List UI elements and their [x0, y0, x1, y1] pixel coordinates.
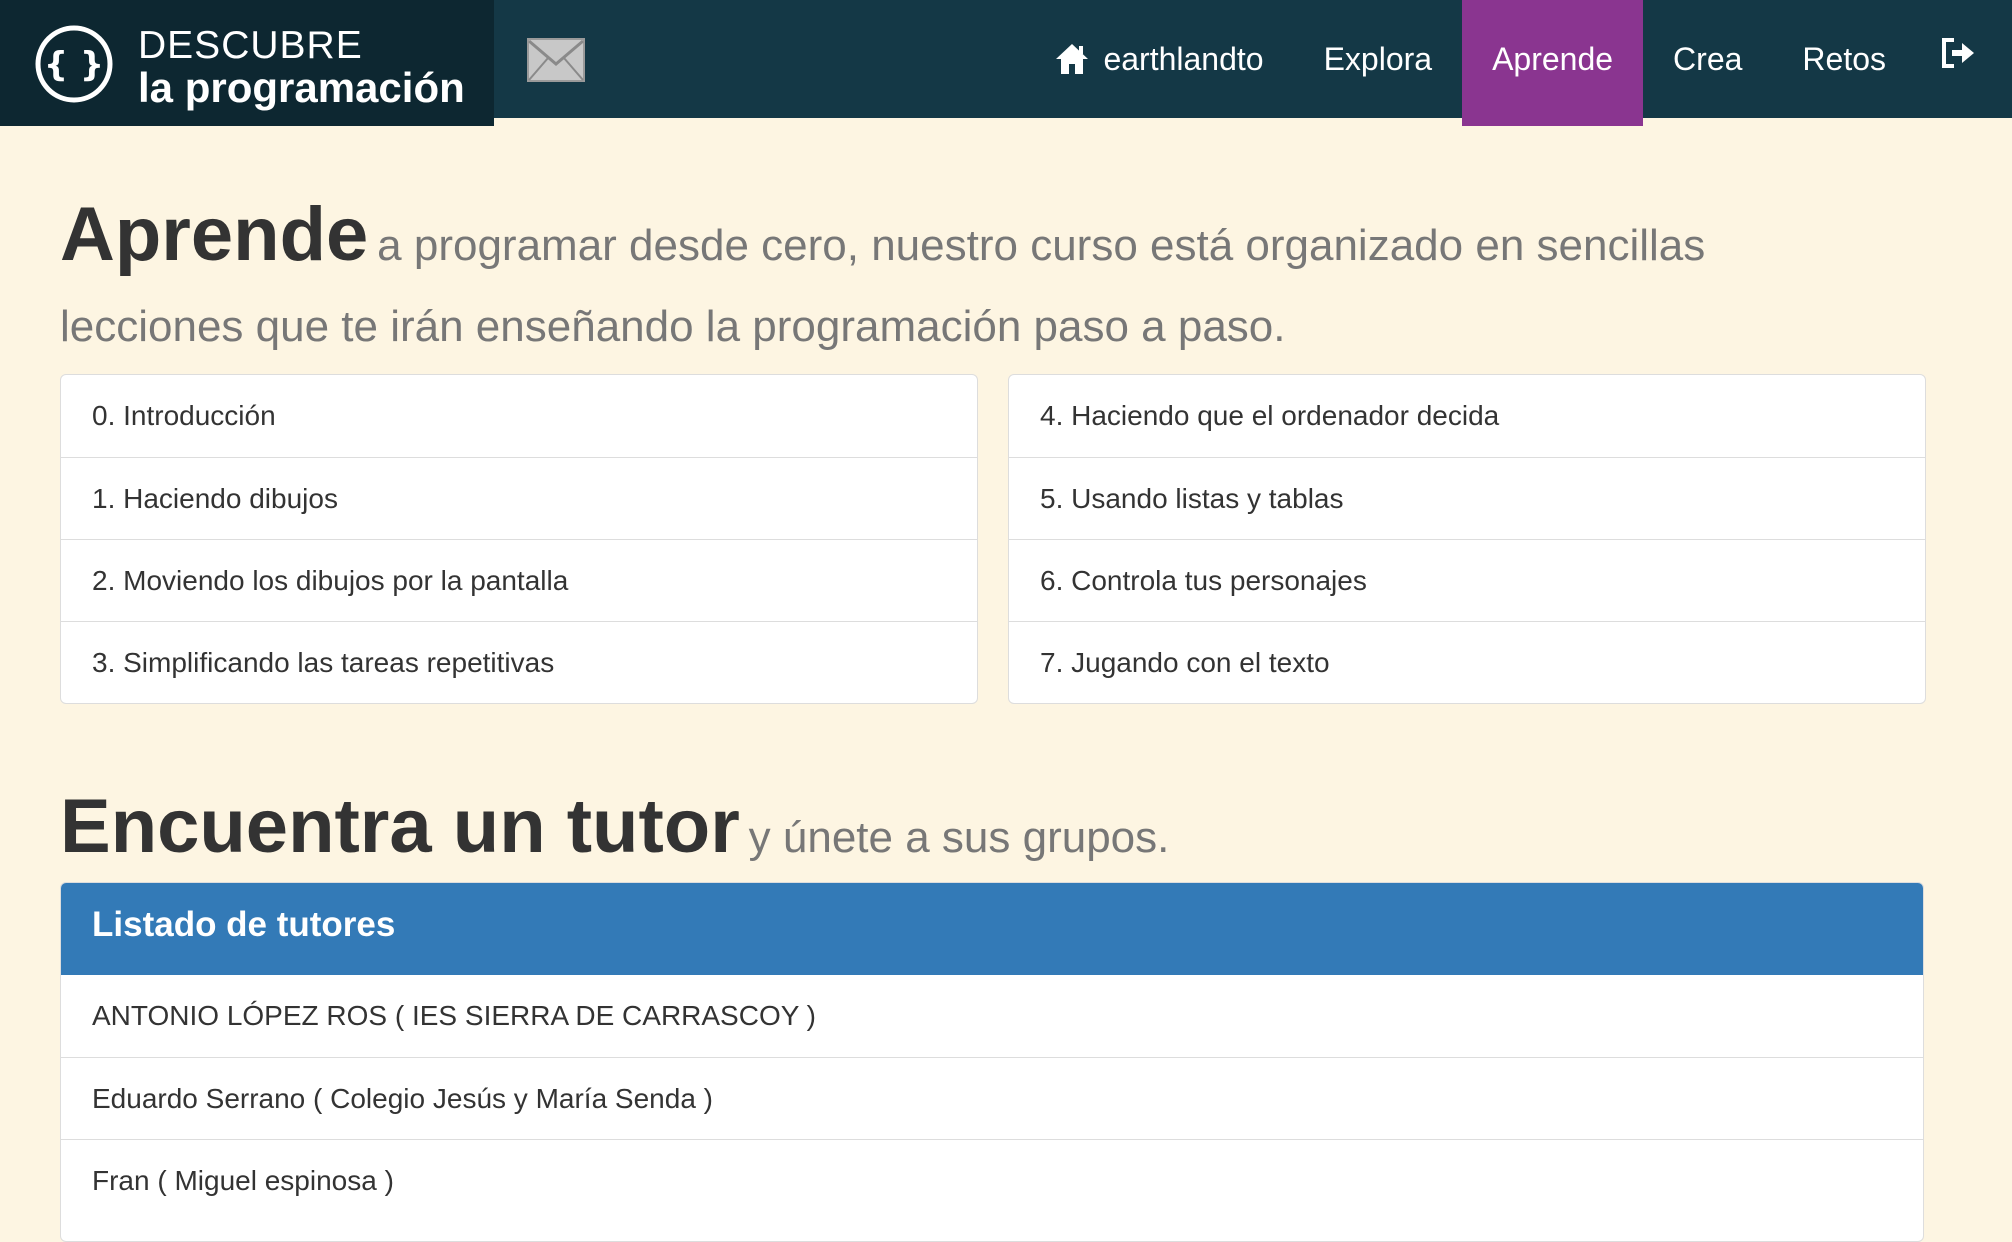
nav-item-crea[interactable]: Crea [1643, 0, 1772, 118]
lesson-list-right: 4. Haciendo que el ordenador decida 5. U… [1008, 374, 1926, 704]
lesson-link[interactable]: 1. Haciendo dibujos [61, 457, 977, 539]
lesson-link[interactable]: 2. Moviendo los dibujos por la pantalla [61, 539, 977, 621]
curly-braces-logo-icon: { } [35, 25, 113, 103]
tutor-panel: Listado de tutores ANTONIO LÓPEZ ROS ( I… [60, 882, 1924, 1242]
top-navbar: { } DESCUBRE la programación earthlandto… [0, 0, 2012, 126]
svg-text:{ }: { } [44, 45, 104, 85]
home-icon [1056, 44, 1089, 74]
learn-heading: Aprende a programar desde cero, nuestro … [60, 196, 1880, 369]
envelope-icon[interactable] [527, 38, 585, 82]
tutor-heading: Encuentra un tutor y únete a sus grupos. [60, 782, 1169, 886]
nav-item-retos[interactable]: Retos [1772, 0, 1916, 118]
lesson-link[interactable]: 5. Usando listas y tablas [1009, 457, 1925, 539]
nav-item-explora[interactable]: Explora [1294, 0, 1463, 118]
tutor-list-item[interactable]: ANTONIO LÓPEZ ROS ( IES SIERRA DE CARRAS… [61, 975, 1923, 1057]
sign-out-icon [1942, 38, 1974, 68]
brand-title-line2: la programación [138, 64, 465, 111]
tutor-list-item[interactable]: Fran ( Miguel espinosa ) [61, 1139, 1923, 1221]
lesson-link[interactable]: 6. Controla tus personajes [1009, 539, 1925, 621]
lesson-link[interactable]: 0. Introducción [61, 375, 977, 457]
tutor-panel-title: Listado de tutores [61, 883, 1923, 975]
tutor-subtitle: y únete a sus grupos. [748, 813, 1170, 862]
learn-title: Aprende [60, 192, 369, 277]
nav-user-home[interactable]: earthlandto [1025, 0, 1293, 118]
lesson-list-left: 0. Introducción 1. Haciendo dibujos 2. M… [60, 374, 978, 704]
lesson-link[interactable]: 7. Jugando con el texto [1009, 621, 1925, 703]
brand-text: DESCUBRE la programación [138, 26, 465, 109]
tutor-list: ANTONIO LÓPEZ ROS ( IES SIERRA DE CARRAS… [61, 975, 1923, 1221]
main-nav: earthlandto Explora Aprende Crea Retos [1025, 0, 2012, 126]
lesson-link[interactable]: 3. Simplificando las tareas repetitivas [61, 621, 977, 703]
brand-logo-link[interactable]: { } DESCUBRE la programación [0, 0, 494, 126]
lesson-link[interactable]: 4. Haciendo que el ordenador decida [1009, 375, 1925, 457]
tutor-title: Encuentra un tutor [60, 784, 740, 869]
nav-username: earthlandto [1103, 40, 1264, 77]
tutor-list-item[interactable]: Eduardo Serrano ( Colegio Jesús y María … [61, 1057, 1923, 1139]
brand-title-line1: DESCUBRE [138, 24, 363, 67]
nav-item-aprende[interactable]: Aprende [1462, 0, 1644, 126]
logout-button[interactable] [1916, 0, 2012, 118]
